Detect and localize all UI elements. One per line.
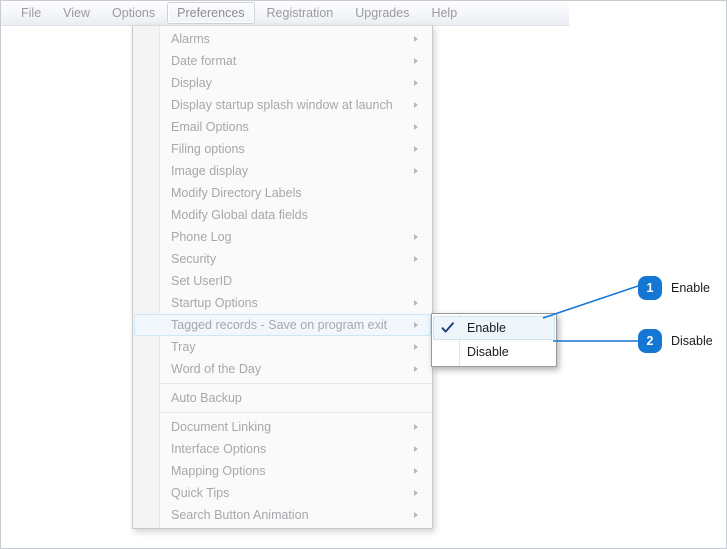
menu-item-modify-global-data-fields[interactable]: Modify Global data fields [134,204,431,226]
submenu-arrow-icon [414,168,418,174]
submenu-item-enable[interactable]: Enable [433,316,555,340]
submenu-arrow-icon [414,446,418,452]
menu-item-word-of-the-day[interactable]: Word of the Day [134,358,431,380]
submenu-item-disable[interactable]: Disable [433,340,555,364]
menu-item-label: Display startup splash window at launch [171,98,393,112]
menu-item-auto-backup[interactable]: Auto Backup [134,387,431,409]
menu-item-label: Image display [171,164,249,178]
submenu-item-label: Disable [467,345,509,359]
submenu-arrow-icon [414,102,418,108]
menu-item-label: Display [171,76,212,90]
menu-item-label: Set UserID [171,274,233,288]
menu-item-security[interactable]: Security [134,248,431,270]
submenu-arrow-icon [414,36,418,42]
submenu-arrow-icon [414,234,418,240]
screenshot-canvas: File View Options Preferences Registrati… [0,0,727,549]
menu-item-display[interactable]: Display [134,72,431,94]
menu-item-label: Modify Global data fields [171,208,308,222]
menu-item-image-display[interactable]: Image display [134,160,431,182]
callout-1: 1 Enable [638,276,710,300]
menu-item-label: Phone Log [171,230,232,244]
menu-item-label: Startup Options [171,296,258,310]
menu-item-document-linking[interactable]: Document Linking [134,416,431,438]
menu-item-label: Mapping Options [171,464,266,478]
menu-item-startup-options[interactable]: Startup Options [134,292,431,314]
menu-separator [160,383,432,384]
menu-item-phone-log[interactable]: Phone Log [134,226,431,248]
menu-item-label: Search Button Animation [171,508,309,522]
menubar-item-options[interactable]: Options [102,2,165,24]
menu-item-label: Alarms [171,32,210,46]
submenu-arrow-icon [414,80,418,86]
submenu-arrow-icon [414,322,418,328]
menu-item-label: Modify Directory Labels [171,186,302,200]
callout-label: Enable [671,281,710,295]
menu-item-label: Quick Tips [171,486,230,500]
menubar-item-help[interactable]: Help [421,2,467,24]
submenu-arrow-icon [414,124,418,130]
tagged-records-submenu: Enable Disable [431,313,557,367]
menu-item-label: Auto Backup [171,391,242,405]
menu-item-label: Interface Options [171,442,267,456]
menubar-item-view[interactable]: View [53,2,100,24]
preferences-dropdown-menu: Alarms Date format Display Display start… [132,25,433,529]
menu-item-label: Email Options [171,120,249,134]
menu-item-search-button-animation[interactable]: Search Button Animation [134,504,431,526]
callout-label: Disable [671,334,713,348]
menu-item-set-userid[interactable]: Set UserID [134,270,431,292]
callout-badge-number: 2 [638,329,662,353]
menu-item-label: Tray [171,340,196,354]
submenu-item-label: Enable [467,321,506,335]
menubar-item-upgrades[interactable]: Upgrades [345,2,419,24]
application-menu-bar: File View Options Preferences Registrati… [1,1,569,26]
submenu-arrow-icon [414,58,418,64]
callout-badge-number: 1 [638,276,662,300]
menubar-item-file[interactable]: File [11,2,51,24]
menu-item-date-format[interactable]: Date format [134,50,431,72]
submenu-arrow-icon [414,256,418,262]
submenu-arrow-icon [414,366,418,372]
checkmark-icon [441,322,454,333]
submenu-arrow-icon [414,512,418,518]
menu-item-mapping-options[interactable]: Mapping Options [134,460,431,482]
submenu-arrow-icon [414,344,418,350]
callout-2: 2 Disable [638,329,713,353]
submenu-arrow-icon [414,490,418,496]
menu-separator [160,412,432,413]
menu-item-alarms[interactable]: Alarms [134,28,431,50]
menubar-item-preferences[interactable]: Preferences [167,2,255,24]
menu-item-label: Tagged records - Save on program exit [171,318,388,332]
menu-item-label: Document Linking [171,420,272,434]
menu-item-tray[interactable]: Tray [134,336,431,358]
submenu-arrow-icon [414,300,418,306]
submenu-arrow-icon [414,146,418,152]
menubar-item-registration[interactable]: Registration [257,2,344,24]
menu-item-tagged-records-save-on-program-exit[interactable]: Tagged records - Save on program exit [134,314,431,336]
menu-item-interface-options[interactable]: Interface Options [134,438,431,460]
submenu-arrow-icon [414,424,418,430]
menu-item-label: Word of the Day [171,362,262,376]
menu-item-label: Filing options [171,142,245,156]
menu-item-modify-directory-labels[interactable]: Modify Directory Labels [134,182,431,204]
menu-item-display-startup-splash-window-at-launch[interactable]: Display startup splash window at launch [134,94,431,116]
menu-item-quick-tips[interactable]: Quick Tips [134,482,431,504]
submenu-arrow-icon [414,468,418,474]
menu-item-label: Date format [171,54,237,68]
menu-item-filing-options[interactable]: Filing options [134,138,431,160]
menu-item-email-options[interactable]: Email Options [134,116,431,138]
menu-item-label: Security [171,252,217,266]
callout-leader-line-1 [542,282,648,319]
